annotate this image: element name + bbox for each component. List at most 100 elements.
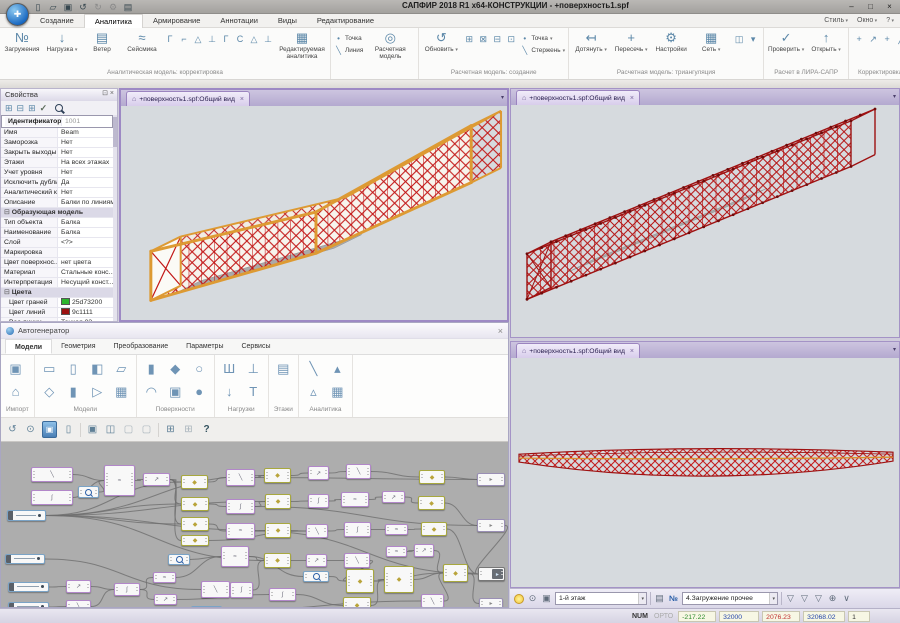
graph-node[interactable]: ◆	[264, 553, 291, 568]
property-section[interactable]: ⊟Цвета	[1, 288, 113, 298]
ribbon-tab-Редактирование[interactable]: Редактирование	[307, 14, 384, 28]
settings-icon[interactable]: ⚙	[107, 2, 119, 13]
property-value[interactable]: Балка	[58, 218, 113, 227]
graph-node[interactable]: ◆	[181, 517, 209, 531]
graph-node[interactable]: ◆	[265, 523, 291, 538]
property-row[interactable]: Маркировка	[1, 248, 113, 258]
graph-slider-node[interactable]	[8, 602, 49, 607]
graph-slider-node[interactable]	[5, 554, 45, 564]
graph-node[interactable]: ╲	[226, 469, 255, 486]
autogen-tab-Параметры[interactable]: Параметры	[177, 339, 232, 354]
nastroyki-button[interactable]: ⚙Настройки	[652, 29, 690, 53]
graph-node[interactable]: ▸	[479, 598, 503, 607]
graph-node[interactable]: ↗	[414, 544, 434, 557]
Поверхности-tool-icon-0[interactable]: ▮	[142, 357, 161, 380]
calc-create-grid-icon-1[interactable]: ⊠	[476, 30, 490, 49]
autogen-tab-Геометрия[interactable]: Геометрия	[52, 339, 104, 354]
apply-icon[interactable]: ✓	[40, 103, 48, 114]
app-logo-icon[interactable]: ✚	[6, 3, 29, 26]
Импорт-tool-icon-1[interactable]: ⌂	[6, 380, 25, 403]
graph-node[interactable]: ↗	[306, 554, 327, 567]
viewport-bottom-right-canvas[interactable]	[511, 358, 899, 587]
orto-indicator[interactable]: ОРТО	[654, 613, 673, 620]
Поверхности-tool-icon-1[interactable]: ◠	[142, 380, 161, 403]
seysmika-button[interactable]: ≈Сейсмика	[123, 29, 161, 53]
graph-node[interactable]: ∫	[226, 499, 255, 514]
property-value[interactable]: Балка	[58, 228, 113, 237]
Этажи-tool-icon-0[interactable]: ▤	[274, 357, 293, 380]
calc-model-button[interactable]: ◎Расчетная модель	[365, 29, 415, 60]
graph-node[interactable]: ≈	[341, 492, 369, 507]
property-value[interactable]: нет цвета	[58, 258, 113, 267]
ribbon-tab-Армирование[interactable]: Армирование	[143, 14, 210, 28]
print-icon[interactable]: ▤	[122, 2, 134, 13]
grid-large-icon[interactable]: ⊞	[164, 424, 177, 435]
graph-node[interactable]: ╲	[346, 464, 371, 479]
render-mode-icon[interactable]: ▣	[42, 421, 57, 438]
collapse-all-icon[interactable]: ⊟	[17, 103, 25, 114]
property-value[interactable]: На всех этажах	[58, 158, 113, 167]
peresech-button[interactable]: +Пересечь ▾	[612, 29, 650, 54]
analytic-edit-grid-icon-6[interactable]: △	[247, 30, 261, 49]
group-category-icon[interactable]: ⊞	[5, 103, 13, 114]
property-value[interactable]	[58, 248, 113, 257]
property-row[interactable]: Идентификатор1001	[1, 115, 113, 128]
property-row[interactable]: ОписаниеБалки по линиям	[1, 198, 113, 208]
Нагрузки-tool-icon-1[interactable]: ↓	[220, 380, 239, 403]
analytic-edit-grid-icon-5[interactable]: C	[233, 30, 247, 49]
graph-node[interactable]: ↗	[66, 580, 91, 593]
close-button[interactable]: ×	[881, 1, 898, 13]
triang-extra-grid-icon-0[interactable]: ◫	[732, 30, 746, 49]
graph-node[interactable]	[303, 571, 329, 582]
property-row[interactable]: Вес линииТонкая 03	[1, 318, 113, 321]
filter-cursor-icon[interactable]: ▽	[799, 593, 810, 604]
properties-pin-close-icons[interactable]: ⊡ ×	[102, 89, 114, 97]
help-menu[interactable]: ? ▾	[886, 14, 894, 28]
redo-icon[interactable]: ↻	[92, 2, 104, 13]
property-value[interactable]: Несущий конст...	[58, 278, 113, 287]
Модели-tool-icon-1[interactable]: ◇	[40, 380, 59, 403]
node-graph-canvas[interactable]: ╲∫≈↗◆◆◆◆╲∫≈◆↗╲◆▸◆∫≈↗◆▸◆╲∫≈◆▸↗╲∫≈↗╲∫≈◆↗╲∫…	[1, 442, 508, 607]
graph-node[interactable]: ▸	[477, 519, 505, 532]
graph-node[interactable]: ≈	[104, 465, 135, 496]
ribbon-tab-Создание[interactable]: Создание	[30, 14, 84, 28]
zagruzheniya-button[interactable]: №Загружения	[3, 29, 41, 53]
graph-node[interactable]: ╲	[306, 524, 328, 538]
tab-list-dropdown-icon[interactable]: ▾	[893, 93, 896, 100]
viewport-bottom-right-tab[interactable]: ⌂ +поверхность1.spf:Общий вид ×	[516, 343, 640, 358]
collapse-icon[interactable]: ⊟	[4, 209, 10, 216]
ribbon-tab-Аннотации[interactable]: Аннотации	[210, 14, 268, 28]
graph-node[interactable]: ∫	[269, 588, 296, 601]
ribbon-small-Точка[interactable]: •Точка▾	[520, 34, 565, 43]
property-value[interactable]: Да	[58, 178, 113, 187]
property-value[interactable]: Beam	[58, 128, 113, 137]
close-icon[interactable]: ×	[630, 95, 634, 102]
proverit-button[interactable]: ✓Проверить ▾	[767, 29, 805, 54]
graph-node[interactable]: ≈	[386, 546, 407, 557]
num-indicator[interactable]: NUM	[632, 613, 648, 620]
Аналитика-tool-icon-1[interactable]: ▵	[304, 380, 323, 403]
graph-node[interactable]: ◆	[264, 468, 291, 483]
ribbon-small-Линия[interactable]: ╲Линия	[334, 46, 363, 55]
viewport-top-right[interactable]: ⌂ +поверхность1.spf:Общий вид × ▾	[510, 88, 900, 338]
ribbon-small-Точка[interactable]: •Точка	[334, 34, 363, 43]
ribbon-tab-Аналитика[interactable]: Аналитика	[84, 14, 143, 28]
property-value[interactable]: Балки по линиям	[58, 198, 113, 207]
tab-list-dropdown-icon[interactable]: ▾	[501, 94, 504, 101]
select-add-icon[interactable]: ◫	[104, 424, 117, 435]
autogen-tab-Сервисы[interactable]: Сервисы	[232, 339, 279, 354]
graph-node[interactable]: ◆	[265, 494, 291, 509]
loadcase-select[interactable]: 4.Загружение прочее▾	[682, 592, 778, 605]
viewport-main[interactable]: ⌂ +поверхность1.spf:Общий вид × ▾	[119, 88, 509, 322]
ribbon-small-Стержень[interactable]: ╲Стержень▾	[520, 46, 565, 55]
graph-node[interactable]: ◆	[384, 566, 414, 593]
Нагрузки-tool-icon-3[interactable]: Т	[244, 380, 263, 403]
viewport-bottom-right[interactable]: ⌂ +поверхность1.spf:Общий вид × ▾	[510, 341, 900, 588]
Поверхности-tool-icon-5[interactable]: ●	[190, 380, 209, 403]
graph-node[interactable]: ◆	[181, 475, 208, 489]
property-value[interactable]: Нет	[58, 138, 113, 147]
correction-grid-icon-3[interactable]: ╱	[894, 30, 900, 49]
graph-node[interactable]: ◆	[181, 535, 209, 546]
light-toggle-icon[interactable]	[514, 594, 524, 604]
maximize-button[interactable]: □	[862, 1, 879, 13]
